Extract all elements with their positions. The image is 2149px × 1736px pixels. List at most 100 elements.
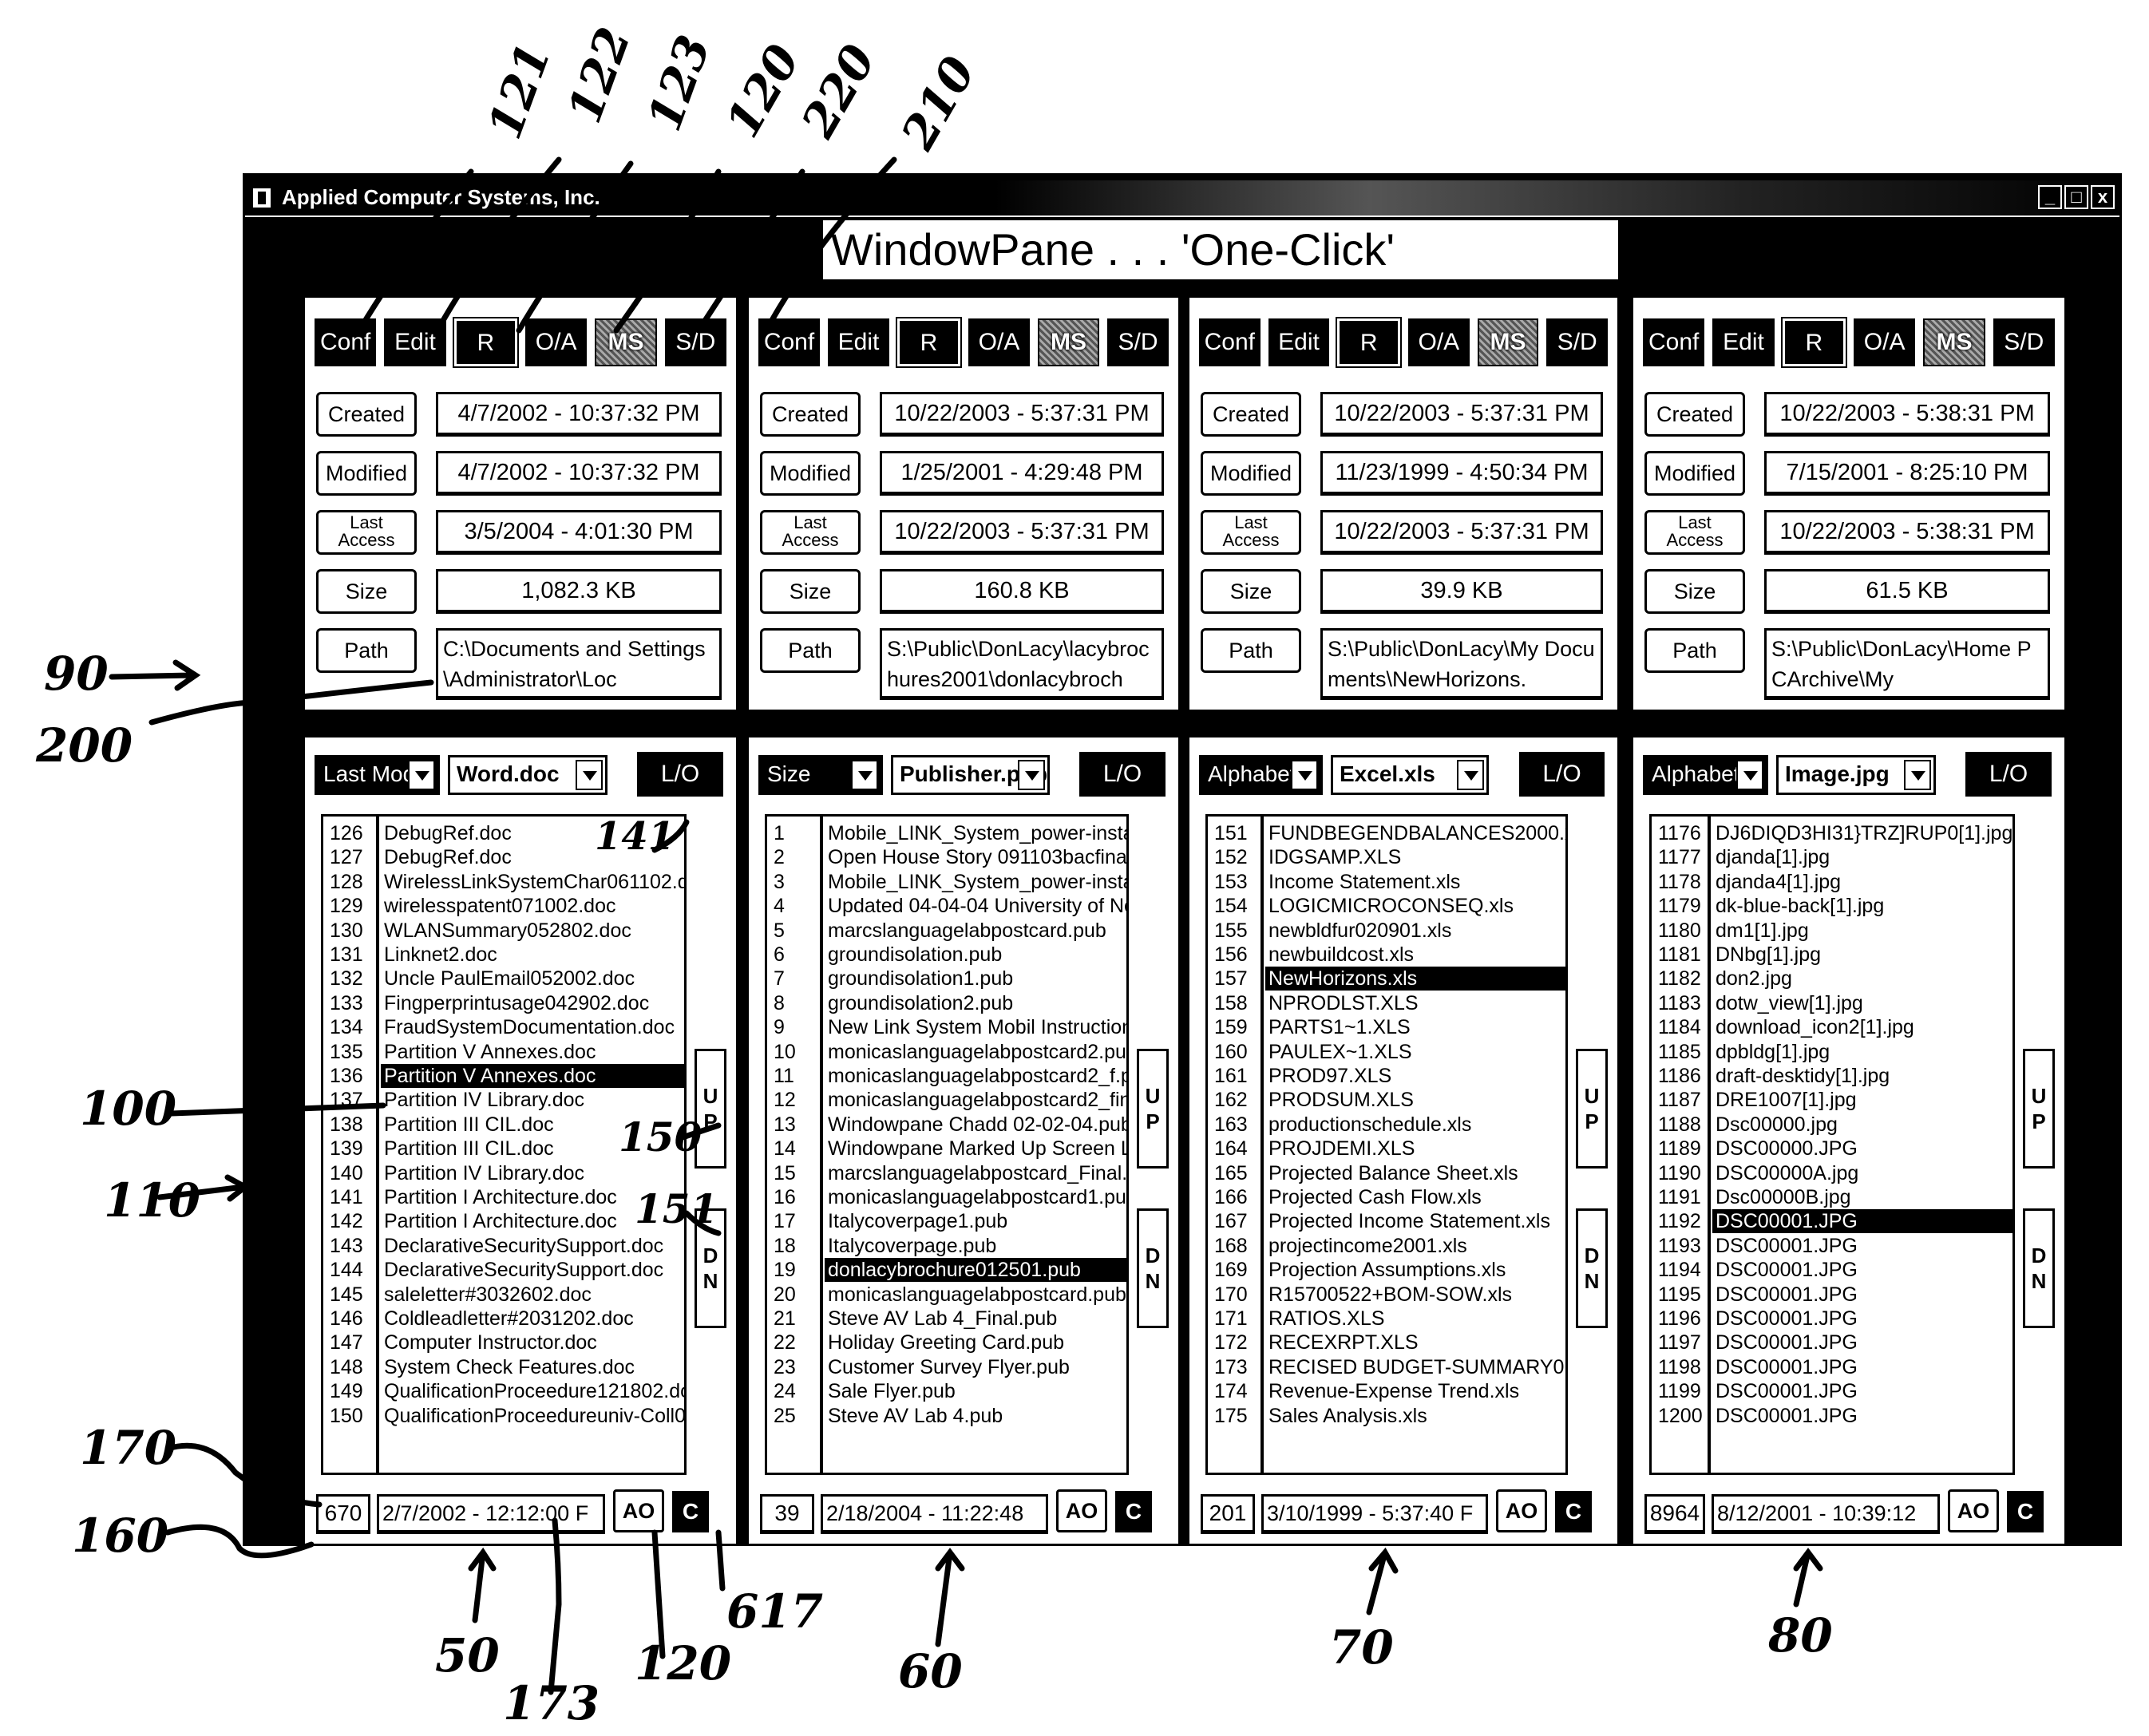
list-item[interactable]: 1177 djanda[1].jpg bbox=[1652, 845, 2012, 869]
page-up-button[interactable]: UP bbox=[2023, 1049, 2055, 1169]
sort-dropdown[interactable]: Alphabet bbox=[1199, 755, 1323, 795]
modified-label[interactable]: Modified bbox=[316, 451, 417, 496]
list-item[interactable]: 1187 DRE1007[1].jpg bbox=[1652, 1088, 2012, 1112]
list-item[interactable]: 141 Partition I Architecture.doc bbox=[323, 1185, 684, 1209]
list-item[interactable]: 143 DeclarativeSecuritySupport.doc bbox=[323, 1234, 684, 1258]
list-item[interactable]: 140 Partition IV Library.doc bbox=[323, 1161, 684, 1185]
list-item[interactable]: 142 Partition I Architecture.doc bbox=[323, 1209, 684, 1233]
list-item[interactable]: 11 monicaslanguagelabpostcard2_f.pu bbox=[767, 1064, 1126, 1088]
conf-button[interactable]: Conf bbox=[1643, 318, 1705, 366]
size-label[interactable]: Size bbox=[316, 569, 417, 614]
list-item[interactable]: 170 R15700522+BOM-SOW.xls bbox=[1208, 1283, 1565, 1307]
chevron-down-icon[interactable] bbox=[1457, 760, 1484, 790]
sd-button[interactable]: S/D bbox=[1993, 318, 2055, 366]
list-item[interactable]: 1194 DSC00001.JPG bbox=[1652, 1258, 2012, 1282]
list-item[interactable]: 3 Mobile_LINK_System_power-install- bbox=[767, 870, 1126, 894]
list-item[interactable]: 1196 DSC00001.JPG bbox=[1652, 1307, 2012, 1331]
list-item[interactable]: 14 Windowpane Marked Up Screen La bbox=[767, 1137, 1126, 1161]
c-button[interactable]: C bbox=[1555, 1491, 1592, 1532]
list-item[interactable]: 145 saleletter#3032602.doc bbox=[323, 1283, 684, 1307]
list-item[interactable]: 158 NPRODLST.XLS bbox=[1208, 991, 1565, 1015]
list-item[interactable]: 150 QualificationProceedureuniv-Coll02C bbox=[323, 1404, 684, 1428]
chevron-down-icon[interactable] bbox=[408, 760, 435, 790]
list-item[interactable]: 21 Steve AV Lab 4_Final.pub bbox=[767, 1307, 1126, 1331]
r-button[interactable]: R bbox=[452, 317, 519, 368]
list-item[interactable]: 164 PROJDEMI.XLS bbox=[1208, 1137, 1565, 1161]
file-type-dropdown[interactable]: Publisher.pub bbox=[891, 755, 1050, 795]
last-access-label[interactable]: Last Access bbox=[1201, 510, 1301, 555]
list-item[interactable]: 1185 dpbldg[1].jpg bbox=[1652, 1040, 2012, 1064]
sort-dropdown[interactable]: Size bbox=[758, 755, 883, 795]
list-item[interactable]: 168 projectincome2001.xls bbox=[1208, 1234, 1565, 1258]
list-item[interactable]: 1195 DSC00001.JPG bbox=[1652, 1283, 2012, 1307]
list-item[interactable]: 175 Sales Analysis.xls bbox=[1208, 1404, 1565, 1428]
r-button[interactable]: R bbox=[1780, 317, 1847, 368]
edit-button[interactable]: Edit bbox=[384, 318, 446, 366]
list-item[interactable]: 154 LOGICMICROCONSEQ.xls bbox=[1208, 894, 1565, 918]
list-item[interactable]: 1181 DNbg[1].jpg bbox=[1652, 943, 2012, 967]
list-item[interactable]: 7 groundisolation1.pub bbox=[767, 967, 1126, 991]
list-item[interactable]: 156 newbuildcost.xls bbox=[1208, 943, 1565, 967]
list-item[interactable]: 17 Italycoverpage1.pub bbox=[767, 1209, 1126, 1233]
list-item[interactable]: 24 Sale Flyer.pub bbox=[767, 1379, 1126, 1403]
list-item[interactable]: 1193 DSC00001.JPG bbox=[1652, 1234, 2012, 1258]
list-item[interactable]: 1190 DSC00000A.jpg bbox=[1652, 1161, 2012, 1185]
list-item[interactable]: 163 productionschedule.xls bbox=[1208, 1113, 1565, 1137]
oa-button[interactable]: O/A bbox=[1408, 318, 1470, 366]
list-item[interactable]: 1182 don2.jpg bbox=[1652, 967, 2012, 991]
last-access-label[interactable]: Last Access bbox=[760, 510, 861, 555]
list-item[interactable]: 161 PROD97.XLS bbox=[1208, 1064, 1565, 1088]
list-item[interactable]: 1200 DSC00001.JPG bbox=[1652, 1404, 2012, 1428]
minimize-button[interactable]: _ bbox=[2038, 185, 2062, 209]
list-item[interactable]: 152 IDGSAMP.XLS bbox=[1208, 845, 1565, 869]
last-access-label[interactable]: Last Access bbox=[1644, 510, 1745, 555]
oa-button[interactable]: O/A bbox=[524, 318, 588, 366]
list-item[interactable]: 134 FraudSystemDocumentation.doc bbox=[323, 1015, 684, 1039]
list-item[interactable]: 23 Customer Survey Flyer.pub bbox=[767, 1355, 1126, 1379]
list-item[interactable]: 8 groundisolation2.pub bbox=[767, 991, 1126, 1015]
maximize-button[interactable]: □ bbox=[2064, 185, 2088, 209]
list-item[interactable]: 6 groundisolation.pub bbox=[767, 943, 1126, 967]
size-label[interactable]: Size bbox=[1201, 569, 1301, 614]
modified-label[interactable]: Modified bbox=[760, 451, 861, 496]
c-button[interactable]: C bbox=[1115, 1491, 1152, 1532]
size-label[interactable]: Size bbox=[1644, 569, 1745, 614]
file-listbox[interactable]: 1176 DJ6DIQD3HI31}TRZ]RUP0[1].jpg 1177 djan… bbox=[1649, 814, 2015, 1475]
edit-button[interactable]: Edit bbox=[1268, 318, 1330, 366]
list-item[interactable]: 1198 DSC00001.JPG bbox=[1652, 1355, 2012, 1379]
list-item[interactable]: 130 WLANSummary052802.doc bbox=[323, 919, 684, 943]
edit-button[interactable]: Edit bbox=[828, 318, 889, 366]
sort-dropdown[interactable]: Last Mod bbox=[315, 755, 440, 795]
list-item[interactable]: 147 Computer Instructor.doc bbox=[323, 1331, 684, 1354]
list-item[interactable]: 1 Mobile_LINK_System_power-install- bbox=[767, 821, 1126, 845]
list-item[interactable]: 171 RATIOS.XLS bbox=[1208, 1307, 1565, 1331]
ao-button[interactable]: AO bbox=[1496, 1489, 1547, 1532]
chevron-down-icon[interactable] bbox=[1291, 760, 1318, 790]
list-item[interactable]: 1197 DSC00001.JPG bbox=[1652, 1331, 2012, 1354]
chevron-down-icon[interactable] bbox=[1736, 760, 1763, 790]
list-item[interactable]: 132 Uncle PaulEmail052002.doc bbox=[323, 967, 684, 991]
chevron-down-icon[interactable] bbox=[1904, 760, 1931, 790]
list-item[interactable]: 166 Projected Cash Flow.xls bbox=[1208, 1185, 1565, 1209]
ao-button[interactable]: AO bbox=[613, 1489, 664, 1532]
list-item[interactable]: 167 Projected Income Statement.xls bbox=[1208, 1209, 1565, 1233]
list-item[interactable]: 4 Updated 04-04-04 University of Nev bbox=[767, 894, 1126, 918]
list-item[interactable]: 9 New Link System Mobil Instructions bbox=[767, 1015, 1126, 1039]
modified-label[interactable]: Modified bbox=[1644, 451, 1745, 496]
oa-button[interactable]: O/A bbox=[1853, 318, 1916, 366]
list-item[interactable]: 1184 download_icon2[1].jpg bbox=[1652, 1015, 2012, 1039]
list-item[interactable]: 131 Linknet2.doc bbox=[323, 943, 684, 967]
list-item-selected[interactable]: 19 donlacybrochure012501.pub bbox=[767, 1258, 1126, 1283]
page-up-button[interactable]: UP bbox=[1576, 1049, 1608, 1169]
file-type-dropdown[interactable]: Image.jpg bbox=[1776, 755, 1936, 795]
list-item[interactable]: 133 Fingperprintusage042902.doc bbox=[323, 991, 684, 1015]
file-listbox[interactable]: 1 Mobile_LINK_System_power-install- 2 Open … bbox=[765, 814, 1129, 1475]
list-item[interactable]: 159 PARTS1~1.XLS bbox=[1208, 1015, 1565, 1039]
list-item[interactable]: 151 FUNDBEGENDBALANCES2000.xls bbox=[1208, 821, 1565, 845]
list-item[interactable]: 149 QualificationProceedure121802.doc bbox=[323, 1379, 684, 1403]
modified-label[interactable]: Modified bbox=[1201, 451, 1301, 496]
list-item[interactable]: 1180 dm1[1].jpg bbox=[1652, 919, 2012, 943]
page-up-button[interactable]: UP bbox=[1137, 1049, 1169, 1169]
page-down-button[interactable]: DN bbox=[1576, 1208, 1608, 1328]
path-label[interactable]: Path bbox=[1201, 628, 1301, 673]
